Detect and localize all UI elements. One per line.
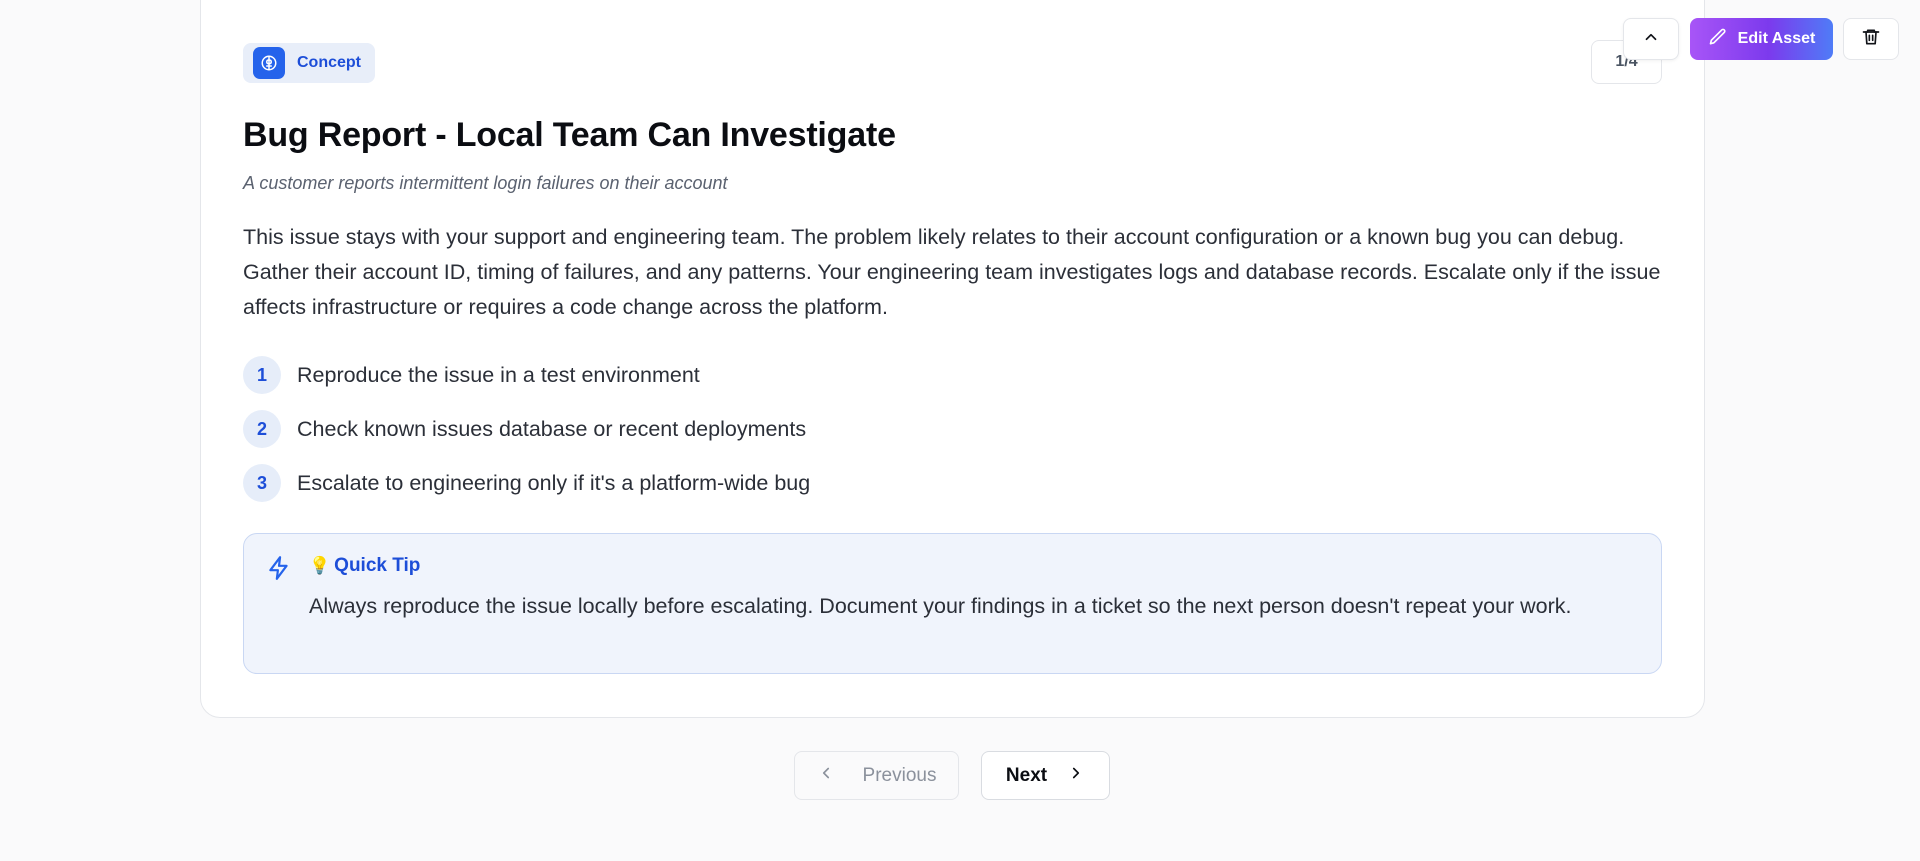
trash-icon (1861, 27, 1881, 52)
step-text: Check known issues database or recent de… (297, 416, 807, 441)
previous-label: Previous (862, 764, 937, 786)
badge-label: Concept (297, 54, 361, 71)
collapse-button[interactable] (1623, 18, 1679, 60)
quick-tip-title: Quick Tip (334, 555, 421, 576)
quick-tip-text: Always reproduce the issue locally befor… (309, 594, 1572, 618)
step-number: 1 (243, 356, 281, 394)
page-title: Bug Report - Local Team Can Investigate (243, 116, 896, 154)
chevron-right-icon (1067, 764, 1085, 788)
edit-asset-label: Edit Asset (1737, 30, 1816, 47)
brain-icon (253, 47, 285, 79)
chevron-up-icon (1642, 28, 1660, 51)
quick-tip-heading: 💡 Quick Tip (309, 555, 420, 577)
next-button[interactable]: Next (981, 751, 1110, 800)
page-subtitle: A customer reports intermittent login fa… (243, 173, 728, 193)
step-number: 3 (243, 464, 281, 502)
steps-list: 1 Reproduce the issue in a test environm… (243, 356, 810, 518)
next-label: Next (1005, 764, 1048, 786)
delete-button[interactable] (1843, 18, 1899, 60)
step-text: Reproduce the issue in a test environmen… (297, 362, 700, 387)
list-item: 2 Check known issues database or recent … (243, 410, 810, 448)
body-paragraph: This issue stays with your support and e… (243, 225, 1661, 319)
step-number: 2 (243, 410, 281, 448)
chevron-left-icon (817, 764, 835, 788)
list-item: 3 Escalate to engineering only if it's a… (243, 464, 810, 502)
pencil-icon (1708, 27, 1728, 52)
previous-button[interactable]: Previous (794, 751, 959, 800)
quick-tip-callout: 💡 Quick Tip Always reproduce the issue l… (243, 533, 1662, 674)
lightning-icon (266, 554, 292, 587)
concept-badge: Concept (243, 43, 375, 83)
step-text: Escalate to engineering only if it's a p… (297, 470, 811, 495)
edit-asset-button[interactable]: Edit Asset (1690, 18, 1833, 60)
list-item: 1 Reproduce the issue in a test environm… (243, 356, 810, 394)
lightbulb-icon: 💡 (309, 556, 331, 575)
